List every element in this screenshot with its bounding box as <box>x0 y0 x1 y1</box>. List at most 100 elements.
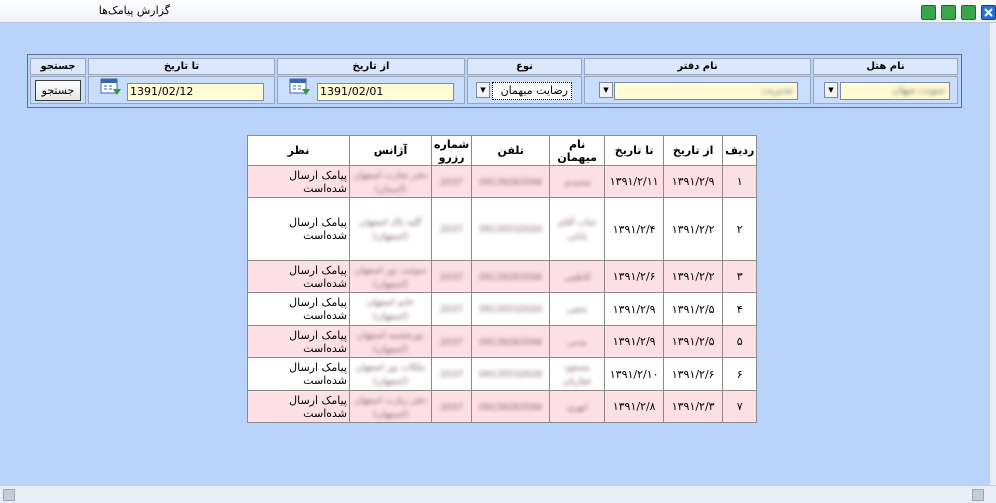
cell-from: ۱۳۹۱/۲/۲ <box>663 260 724 293</box>
from-date-cell: 1391/02/01 <box>277 76 465 104</box>
cell-guest: محمدی <box>563 177 591 188</box>
table-row[interactable]: ۲ ۱۳۹۱/۲/۲ ۱۳۹۱/۲/۴ جناب آقای بابایی 091… <box>247 197 758 261</box>
cell-tel: 09139283594 <box>479 337 543 348</box>
window-title: گزارش پیامک‌ها <box>98 4 170 17</box>
col-header-rad: ردیف <box>722 135 758 166</box>
cell-opinion: پیامک ارسال شده‌است <box>247 165 350 198</box>
cell-rad: ۶ <box>722 357 758 391</box>
cell-tel: 09139283594 <box>479 177 543 188</box>
table-row[interactable]: ۶ ۱۳۹۱/۲/۶ ۱۳۹۱/۲/۱۰ مسعود غفاریان 09135… <box>247 357 758 391</box>
type-value: رضایت میهمان <box>500 84 568 97</box>
cell-to: ۱۳۹۱/۲/۶ <box>604 260 665 293</box>
cell-guest: مدنی <box>567 337 587 348</box>
cell-guest: جناب آقای بابایی <box>557 218 597 242</box>
cell-from: ۱۳۹۱/۲/۲ <box>663 197 724 261</box>
title-bar: گزارش پیامک‌ها <box>0 0 996 23</box>
vertical-scrollbar[interactable] <box>989 23 996 485</box>
col-header-guest: نام میهمان <box>549 135 606 166</box>
cell-tel: 09139283594 <box>479 272 543 283</box>
scroll-left-icon[interactable] <box>3 489 15 501</box>
cell-guest: مسعود غفاریان <box>563 363 592 387</box>
type-cell: ▼ رضایت میهمان <box>467 76 582 104</box>
cell-to: ۱۳۹۱/۲/۹ <box>604 325 665 358</box>
col-header-agency: آژانس <box>349 135 432 166</box>
hotel-label: نام هتل <box>813 58 958 75</box>
hotel-cell: ▼ سویت میهان <box>813 76 958 104</box>
hotel-select[interactable]: سویت میهان <box>840 82 950 100</box>
search-button[interactable]: جستجو <box>35 80 81 101</box>
cell-agency: گلبه تاک اصفهان (اصفهان) <box>359 218 422 242</box>
cell-reserve: 2037 <box>440 177 464 188</box>
cell-to: ۱۳۹۱/۲/۸ <box>604 390 665 423</box>
cell-agency: ملکات نور اصفهان (اصفهان) <box>355 363 426 387</box>
to-calendar-icon[interactable] <box>100 78 122 96</box>
cell-opinion: پیامک ارسال شده‌است <box>247 357 350 391</box>
type-label: نوع <box>467 58 582 75</box>
col-header-opinion: نظر <box>247 135 350 166</box>
cell-from: ۱۳۹۱/۲/۵ <box>663 292 724 326</box>
col-header-reserve: شماره رزرو <box>430 135 473 166</box>
cell-agency: سوئیت نور اصفهان (اصفهان) <box>354 265 427 290</box>
cell-rad: ۲ <box>722 197 758 261</box>
col-header-tel: تلفن <box>471 135 551 166</box>
cell-guest: کاظمی <box>563 272 591 283</box>
cell-rad: ۱ <box>722 165 758 198</box>
cell-guest: ابهری <box>566 402 588 413</box>
cell-to: ۱۳۹۱/۲/۱۱ <box>604 165 665 198</box>
cell-from: ۱۳۹۱/۲/۹ <box>663 165 724 198</box>
table-row[interactable]: ۱ ۱۳۹۱/۲/۹ ۱۳۹۱/۲/۱۱ محمدی 09139283594 2… <box>247 165 758 198</box>
cell-reserve: 2037 <box>440 402 464 413</box>
hotel-value: سویت میهان <box>892 85 945 96</box>
cell-to: ۱۳۹۱/۲/۱۰ <box>604 357 665 391</box>
cell-opinion: پیامک ارسال شده‌است <box>247 197 350 261</box>
col-header-to: تا تاریخ <box>604 135 665 166</box>
horizontal-scrollbar[interactable] <box>0 485 996 503</box>
from-calendar-icon[interactable] <box>289 78 311 96</box>
cell-opinion: پیامک ارسال شده‌است <box>247 292 350 326</box>
cell-reserve: 2037 <box>440 337 464 348</box>
table-row[interactable]: ۵ ۱۳۹۱/۲/۵ ۱۳۹۱/۲/۹ مدنی 09139283594 203… <box>247 325 758 358</box>
cell-from: ۱۳۹۱/۲/۵ <box>663 325 724 358</box>
cell-agency: دفتر زیارت اصفهان (اصفهان) <box>354 395 427 420</box>
filter-panel: نام هتل نام دفتر نوع از تاریخ تا تاریخ ج… <box>27 54 962 108</box>
cell-guest: نجفی <box>566 305 588 315</box>
office-value: مدیریت <box>761 85 793 96</box>
cell-reserve: 2037 <box>440 305 464 315</box>
office-cell: ▼ مدیریت <box>584 76 811 104</box>
cell-agency: نورچشمه اصفهان (اصفهان) <box>357 330 424 355</box>
cell-rad: ۳ <box>722 260 758 293</box>
table-row[interactable]: ۳ ۱۳۹۱/۲/۲ ۱۳۹۱/۲/۶ کاظمی 09139283594 20… <box>247 260 758 293</box>
office-select[interactable]: مدیریت <box>614 82 798 100</box>
cell-tel: 09135532020 <box>479 305 543 315</box>
office-dropdown-arrow-icon[interactable]: ▼ <box>599 82 613 98</box>
hotel-dropdown-arrow-icon[interactable]: ▼ <box>824 82 838 98</box>
search-label: جستجو <box>30 58 86 75</box>
cell-to: ۱۳۹۱/۲/۴ <box>604 197 665 261</box>
from-date-input[interactable]: 1391/02/01 <box>317 83 454 101</box>
cell-to: ۱۳۹۱/۲/۹ <box>604 292 665 326</box>
to-date-label: تا تاریخ <box>88 58 275 75</box>
cell-agency: خانم اصفهان (اصفهان) <box>366 298 415 322</box>
minimize-icon[interactable] <box>941 5 956 20</box>
cell-reserve: 2037 <box>440 225 464 235</box>
cell-tel: 09135532020 <box>479 225 543 235</box>
maximize-icon[interactable] <box>961 5 976 20</box>
cell-rad: ۵ <box>722 325 758 358</box>
to-date-input[interactable]: 1391/02/12 <box>127 83 264 101</box>
to-date-cell: 1391/02/12 <box>88 76 275 104</box>
cell-agency: دفتر تجارت اصفهان (آسمان) <box>353 170 428 195</box>
cell-rad: ۴ <box>722 292 758 326</box>
type-select[interactable]: رضایت میهمان <box>492 82 572 100</box>
cell-rad: ۷ <box>722 390 758 423</box>
cell-tel: 09135532020 <box>479 370 543 380</box>
pin-icon[interactable] <box>921 5 936 20</box>
table-header-row: ردیف از تاریخ تا تاریخ نام میهمان تلفن ش… <box>247 135 758 166</box>
cell-tel: 09139283594 <box>479 402 543 413</box>
table-row[interactable]: ۴ ۱۳۹۱/۲/۵ ۱۳۹۱/۲/۹ نجفی 09135532020 203… <box>247 292 758 326</box>
type-dropdown-arrow-icon[interactable]: ▼ <box>476 82 490 98</box>
col-header-from: از تاریخ <box>663 135 724 166</box>
cell-from: ۱۳۹۱/۲/۳ <box>663 390 724 423</box>
scroll-right-icon[interactable] <box>972 489 984 501</box>
close-icon[interactable] <box>981 5 996 20</box>
table-row[interactable]: ۷ ۱۳۹۱/۲/۳ ۱۳۹۱/۲/۸ ابهری 09139283594 20… <box>247 390 758 423</box>
